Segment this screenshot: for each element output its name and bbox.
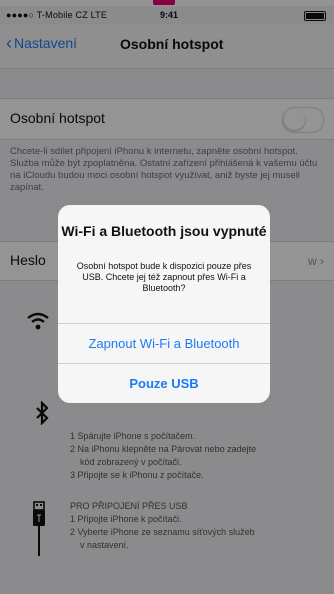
usb-only-button[interactable]: Pouze USB: [58, 363, 270, 403]
enable-wifi-bluetooth-button[interactable]: Zapnout Wi-Fi a Bluetooth: [58, 323, 270, 364]
alert-dialog: Wi-Fi a Bluetooth jsou vypnuté Osobní ho…: [58, 205, 270, 403]
alert-title: Wi-Fi a Bluetooth jsou vypnuté: [61, 223, 267, 239]
alert-message: Osobní hotspot bude k dispozici pouze př…: [76, 261, 252, 293]
